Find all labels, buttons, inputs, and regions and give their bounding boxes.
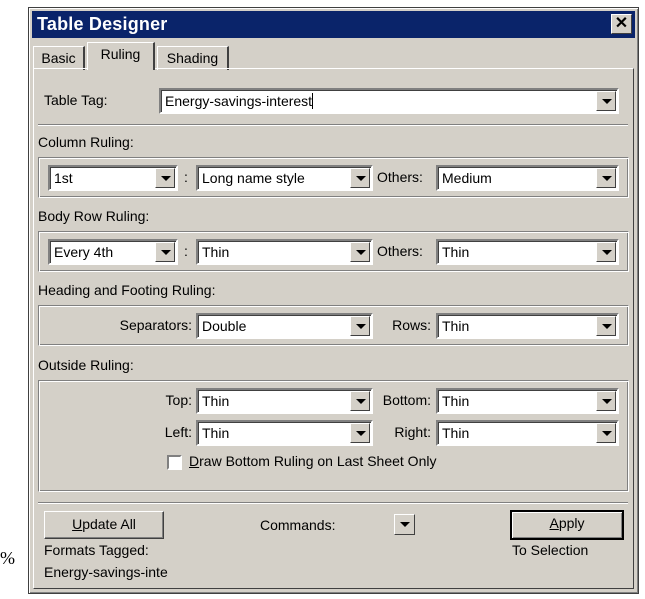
left-label: Left: (164, 424, 192, 440)
tab-basic[interactable]: Basic (33, 46, 85, 70)
row-others-label: Others: (377, 243, 423, 259)
column-others-value: Medium (442, 170, 492, 186)
to-selection-label: To Selection (512, 542, 589, 558)
column-select-dropdown-icon[interactable] (155, 168, 175, 188)
formats-tagged-value: Energy-savings-inte (44, 564, 168, 580)
draw-bottom-ruling-label[interactable]: Draw Bottom Ruling on Last Sheet Only (189, 453, 436, 469)
table-tag-dropdown-icon[interactable] (596, 91, 616, 111)
top-value: Thin (202, 393, 230, 409)
column-colon: : (184, 169, 188, 185)
rows-select[interactable]: Thin (436, 313, 619, 339)
divider (38, 124, 628, 126)
tab-shading[interactable]: Shading (157, 46, 229, 70)
update-all-button[interactable]: Update All (44, 511, 164, 539)
draw-bottom-ruling-checkbox[interactable] (167, 455, 182, 470)
separators-select[interactable]: Double (196, 313, 373, 339)
row-select-dropdown-icon[interactable] (155, 242, 175, 262)
title-bar: Table Designer ✕ (32, 11, 635, 38)
column-style-dropdown-icon[interactable] (350, 168, 370, 188)
column-others-select[interactable]: Medium (436, 165, 619, 191)
commands-dropdown[interactable] (394, 514, 415, 535)
separators-dropdown-icon[interactable] (350, 316, 370, 336)
tab-ruling-label: Ruling (100, 46, 141, 62)
divider (38, 502, 628, 504)
bottom-dropdown-icon[interactable] (596, 391, 616, 411)
ruling-panel: Table Tag: Energy-savings-interest Colum… (33, 68, 634, 589)
bottom-value: Thin (442, 393, 470, 409)
close-button[interactable]: ✕ (611, 14, 632, 34)
right-dropdown-icon[interactable] (596, 423, 616, 443)
column-select-value: 1st (54, 170, 73, 186)
tab-shading-label: Shading (166, 50, 219, 66)
outside-ruling-heading: Outside Ruling: (38, 357, 134, 373)
separators-label: Separators: (119, 317, 192, 333)
left-select[interactable]: Thin (196, 420, 373, 446)
commands-label: Commands: (260, 517, 336, 533)
top-label: Top: (165, 392, 192, 408)
background-text: % (0, 548, 15, 568)
rows-dropdown-icon[interactable] (596, 316, 616, 336)
column-others-label: Others: (377, 169, 423, 185)
table-tag-value: Energy-savings-interest (165, 93, 314, 109)
formats-tagged-label: Formats Tagged: (44, 542, 149, 558)
body-row-ruling-heading: Body Row Ruling: (38, 208, 150, 224)
window-title: Table Designer (37, 14, 168, 34)
bottom-select[interactable]: Thin (436, 388, 619, 414)
table-tag-label: Table Tag: (44, 92, 108, 108)
separators-value: Double (202, 318, 247, 334)
heading-footing-ruling-heading: Heading and Footing Ruling: (38, 282, 216, 298)
commands-dropdown-icon (395, 515, 414, 534)
rows-label: Rows: (392, 317, 431, 333)
column-select[interactable]: 1st (48, 165, 178, 191)
right-value: Thin (442, 425, 470, 441)
row-others-value: Thin (442, 244, 470, 260)
right-select[interactable]: Thin (436, 420, 619, 446)
table-designer-dialog: Table Designer ✕ Basic Ruling Shading Ta… (28, 7, 639, 594)
row-style-value: Thin (202, 244, 230, 260)
top-select[interactable]: Thin (196, 388, 373, 414)
bottom-label: Bottom: (382, 392, 431, 408)
column-style-select[interactable]: Long name style (196, 165, 373, 191)
right-label: Right: (394, 424, 431, 440)
table-tag-combo[interactable]: Energy-savings-interest (159, 88, 619, 114)
apply-button[interactable]: Apply (510, 510, 624, 540)
row-style-select[interactable]: Thin (196, 239, 373, 265)
tab-ruling[interactable]: Ruling (87, 42, 155, 70)
column-style-value: Long name style (202, 170, 305, 186)
column-others-dropdown-icon[interactable] (596, 168, 616, 188)
rows-value: Thin (442, 318, 470, 334)
row-select-value: Every 4th (54, 244, 114, 260)
row-others-dropdown-icon[interactable] (596, 242, 616, 262)
tab-basic-label: Basic (41, 50, 76, 66)
row-style-dropdown-icon[interactable] (350, 242, 370, 262)
row-colon: : (184, 243, 188, 259)
row-select[interactable]: Every 4th (48, 239, 178, 265)
row-others-select[interactable]: Thin (436, 239, 619, 265)
column-ruling-heading: Column Ruling: (38, 134, 134, 150)
close-icon: ✕ (614, 15, 629, 32)
left-value: Thin (202, 425, 230, 441)
